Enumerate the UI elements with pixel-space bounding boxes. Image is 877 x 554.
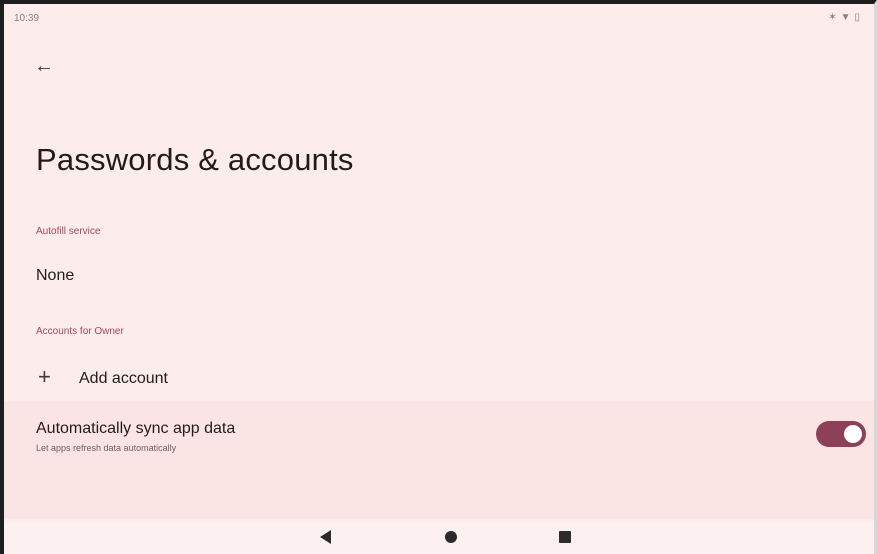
auto-sync-toggle[interactable] <box>816 421 866 447</box>
accounts-section-header: Accounts for Owner <box>36 326 124 337</box>
screen: 10:39 ✶ ▼ ▯ ← Passwords & accounts Autof… <box>4 4 874 554</box>
autofill-service-item[interactable]: None <box>36 267 74 285</box>
arrow-back-icon: ← <box>34 55 54 77</box>
nav-recents-icon[interactable] <box>559 531 571 543</box>
status-time: 10:39 <box>14 13 40 24</box>
autofill-section-header: Autofill service <box>36 226 101 237</box>
auto-sync-subtitle: Let apps refresh data automatically <box>36 443 177 453</box>
add-account-button[interactable]: + Add account <box>4 358 874 400</box>
auto-sync-row[interactable]: Automatically sync app data Let apps ref… <box>4 401 874 519</box>
add-account-label: Add account <box>79 370 168 387</box>
nav-back-icon[interactable] <box>320 530 331 544</box>
wifi-icon: ▼ <box>840 12 851 23</box>
page-title: Passwords & accounts <box>36 142 354 177</box>
plus-icon: + <box>38 364 51 389</box>
toggle-thumb <box>844 425 862 443</box>
battery-icon: ▯ <box>854 12 860 23</box>
bluetooth-icon: ✶ <box>828 12 837 23</box>
status-icons: ✶ ▼ ▯ <box>828 12 860 23</box>
navigation-bar <box>4 522 874 554</box>
status-bar: 10:39 ✶ ▼ ▯ <box>4 4 874 28</box>
auto-sync-title: Automatically sync app data <box>36 420 236 437</box>
nav-home-icon[interactable] <box>445 531 457 543</box>
back-button[interactable]: ← <box>30 52 58 80</box>
